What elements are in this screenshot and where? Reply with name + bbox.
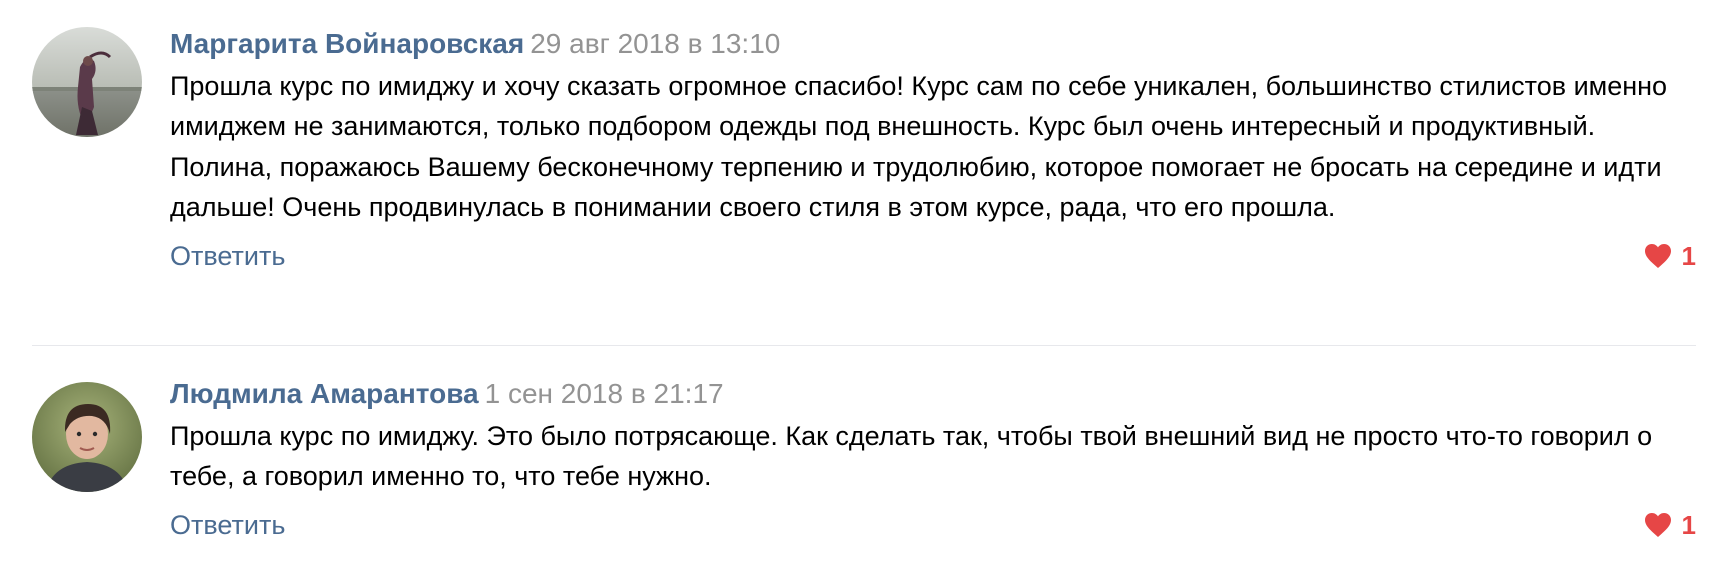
like-count: 1 (1681, 240, 1696, 271)
comment-footer: Ответить 1 (170, 236, 1696, 276)
comment-item: Людмила Амарантова 1 сен 2018 в 21:17 Про… (0, 346, 1726, 572)
comment-date-link[interactable]: 29 авг 2018 в 13:10 (530, 28, 780, 59)
comment-body: Людмила Амарантова 1 сен 2018 в 21:17 Про… (170, 376, 1696, 545)
heart-icon (1644, 243, 1671, 268)
avatar[interactable] (32, 382, 142, 492)
comment-body: Маргарита Войнаровская 29 авг 2018 в 13:1… (170, 26, 1696, 276)
comment-text: Прошла курс по имиджу. Это было потрясаю… (170, 421, 1653, 492)
comment-header: Маргарита Войнаровская 29 авг 2018 в 13:1… (170, 26, 1696, 62)
like-count: 1 (1681, 509, 1696, 540)
comment-footer: Ответить 1 (170, 505, 1696, 545)
like-button[interactable]: 1 (1644, 511, 1696, 539)
avatar-photo (32, 382, 142, 492)
comment-date-link[interactable]: 1 сен 2018 в 21:17 (485, 378, 724, 409)
reply-link[interactable]: Ответить (170, 505, 285, 545)
comments-list: Маргарита Войнаровская 29 авг 2018 в 13:1… (0, 0, 1726, 572)
author-name-link[interactable]: Людмила Амарантова (170, 378, 479, 409)
heart-icon (1644, 512, 1671, 537)
like-button[interactable]: 1 (1644, 242, 1696, 270)
reply-link[interactable]: Ответить (170, 236, 285, 276)
comment-header: Людмила Амарантова 1 сен 2018 в 21:17 (170, 376, 1696, 412)
comment-text: Прошла курс по имиджу и хочу сказать огр… (170, 71, 1668, 223)
avatar-photo (32, 27, 142, 137)
comment-item: Маргарита Войнаровская 29 авг 2018 в 13:1… (0, 0, 1726, 345)
author-name-link[interactable]: Маргарита Войнаровская (170, 28, 524, 59)
avatar[interactable] (32, 27, 142, 137)
